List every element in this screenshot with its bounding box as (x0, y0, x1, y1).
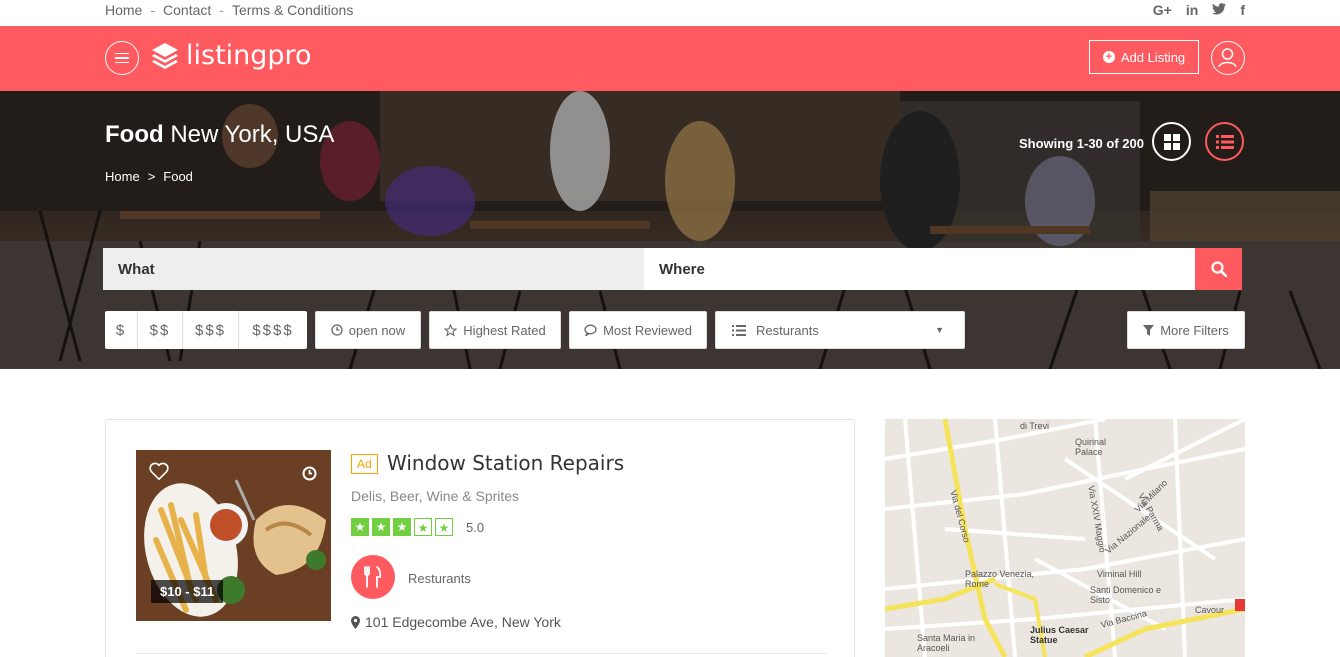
category-label[interactable]: Resturants (408, 571, 471, 586)
more-filters-button[interactable]: More Filters (1127, 311, 1245, 349)
list-icon (1215, 134, 1234, 149)
filter-icon (1143, 324, 1155, 336)
category-select-value: Resturants (756, 322, 819, 338)
map-label: Palazzo Venezia, Rome (965, 569, 1035, 589)
star-full-icon: ★ (372, 518, 390, 536)
filter-bar: $ $$ $$$ $$$$ open now Highest Rated Mos… (105, 311, 1245, 349)
user-account-button[interactable] (1211, 41, 1245, 75)
grid-icon (1163, 133, 1180, 150)
ad-badge: Ad (351, 454, 378, 474)
page-title: Food New York, USA (105, 121, 334, 149)
map-label: Santa Maria in Aracoeli (917, 633, 976, 653)
more-filters-label: More Filters (1160, 322, 1229, 338)
site-header: listingpro + Add Listing (0, 26, 1340, 91)
separator: - (150, 2, 156, 18)
divider (136, 653, 826, 654)
favorite-heart-icon[interactable] (149, 462, 169, 485)
listing-address: 101 Edgecombe Ave, New York (351, 614, 561, 630)
map-label: Santi Domenico e Sisto (1090, 585, 1162, 605)
separator: - (219, 2, 224, 18)
search-button[interactable] (1195, 248, 1242, 290)
highest-rated-filter[interactable]: Highest Rated (429, 311, 561, 349)
results-count: Showing 1-30 of 200 (1019, 136, 1144, 151)
most-reviewed-label: Most Reviewed (603, 322, 692, 338)
price-4[interactable]: $$$$ (239, 311, 307, 349)
listing-title[interactable]: Window Station Repairs (387, 451, 624, 475)
twitter-icon[interactable] (1212, 2, 1227, 18)
list-view-button[interactable] (1205, 122, 1244, 161)
home-link[interactable]: Home (105, 2, 142, 18)
rating-stars: ★ ★ ★ ★ ★ 5.0 (351, 518, 484, 536)
map-label: Cavour (1195, 605, 1225, 615)
map-label: Julius Caesar Statue (1030, 625, 1089, 645)
star-icon (444, 323, 458, 337)
rating-value: 5.0 (466, 519, 485, 535)
clock-icon (302, 466, 317, 486)
search-bar (103, 248, 1242, 290)
comment-icon (584, 324, 597, 336)
listing-thumbnail[interactable]: $10 - $11 (136, 450, 331, 621)
price-3[interactable]: $$$ (183, 311, 239, 349)
breadcrumb: Home > Food (105, 169, 193, 184)
add-listing-button[interactable]: + Add Listing (1089, 40, 1199, 74)
map-label: di Trevi (1020, 421, 1050, 431)
logo-text: listingpro (186, 40, 312, 71)
most-reviewed-filter[interactable]: Most Reviewed (569, 311, 707, 349)
price-filter: $ $$ $$$ $$$$ (105, 311, 307, 349)
listing-card[interactable]: $10 - $11 Ad Window Station Repairs Deli… (105, 419, 855, 657)
list-icon (732, 324, 746, 336)
address-text: 101 Edgecombe Ave, New York (365, 614, 561, 630)
google-plus-icon[interactable]: G+ (1153, 2, 1172, 18)
restaurant-category-icon[interactable] (351, 555, 395, 599)
what-input[interactable] (103, 248, 644, 290)
star-outline-icon: ★ (414, 518, 432, 536)
menu-button[interactable] (105, 41, 139, 75)
star-outline-icon: ★ (435, 518, 453, 536)
map-marker-icon (351, 615, 360, 629)
plus-circle-icon: + (1102, 51, 1115, 63)
star-full-icon: ★ (351, 518, 369, 536)
breadcrumb-separator: > (147, 169, 156, 184)
contact-link[interactable]: Contact (163, 2, 211, 18)
logo-layers-icon (152, 42, 178, 69)
linkedin-icon[interactable]: in (1186, 2, 1198, 18)
terms-link[interactable]: Terms & Conditions (232, 2, 353, 18)
add-listing-label: Add Listing (1120, 49, 1186, 65)
price-1[interactable]: $ (105, 311, 138, 349)
category-select[interactable]: Resturants ▼ (715, 311, 965, 349)
star-full-icon: ★ (393, 518, 411, 536)
map-view[interactable]: di Trevi Quirinal Palace Via del Corso V… (885, 419, 1245, 657)
user-icon (1218, 48, 1237, 68)
search-icon (1210, 261, 1227, 277)
top-links: Home - Contact - Terms & Conditions (105, 2, 353, 18)
fork-knife-icon (364, 566, 382, 588)
listing-categories: Delis, Beer, Wine & Sprites (351, 488, 520, 504)
where-input[interactable] (644, 248, 1195, 290)
logo[interactable]: listingpro (150, 40, 312, 71)
grid-view-button[interactable] (1152, 122, 1191, 161)
facebook-icon[interactable]: f (1240, 2, 1245, 18)
clock-icon (331, 324, 343, 336)
title-category: Food (105, 121, 164, 148)
price-2[interactable]: $$ (138, 311, 183, 349)
map-streets (885, 419, 1245, 657)
map-label: Viminal Hill (1097, 569, 1142, 579)
title-location: New York, USA (170, 121, 335, 148)
open-now-label: open now (348, 322, 406, 338)
breadcrumb-home[interactable]: Home (105, 169, 140, 184)
hero-banner: Food New York, USA Home > Food Showing 1… (0, 91, 1340, 369)
social-links: G+ in f (1153, 2, 1245, 18)
breadcrumb-current: Food (163, 169, 193, 184)
caret-down-icon: ▼ (935, 325, 944, 335)
open-now-filter[interactable]: open now (315, 311, 421, 349)
map-label: Quirinal Palace (1075, 437, 1107, 457)
price-range-badge: $10 - $11 (151, 580, 224, 603)
top-nav: Home - Contact - Terms & Conditions G+ i… (0, 0, 1340, 26)
highest-rated-label: Highest Rated (463, 322, 546, 338)
